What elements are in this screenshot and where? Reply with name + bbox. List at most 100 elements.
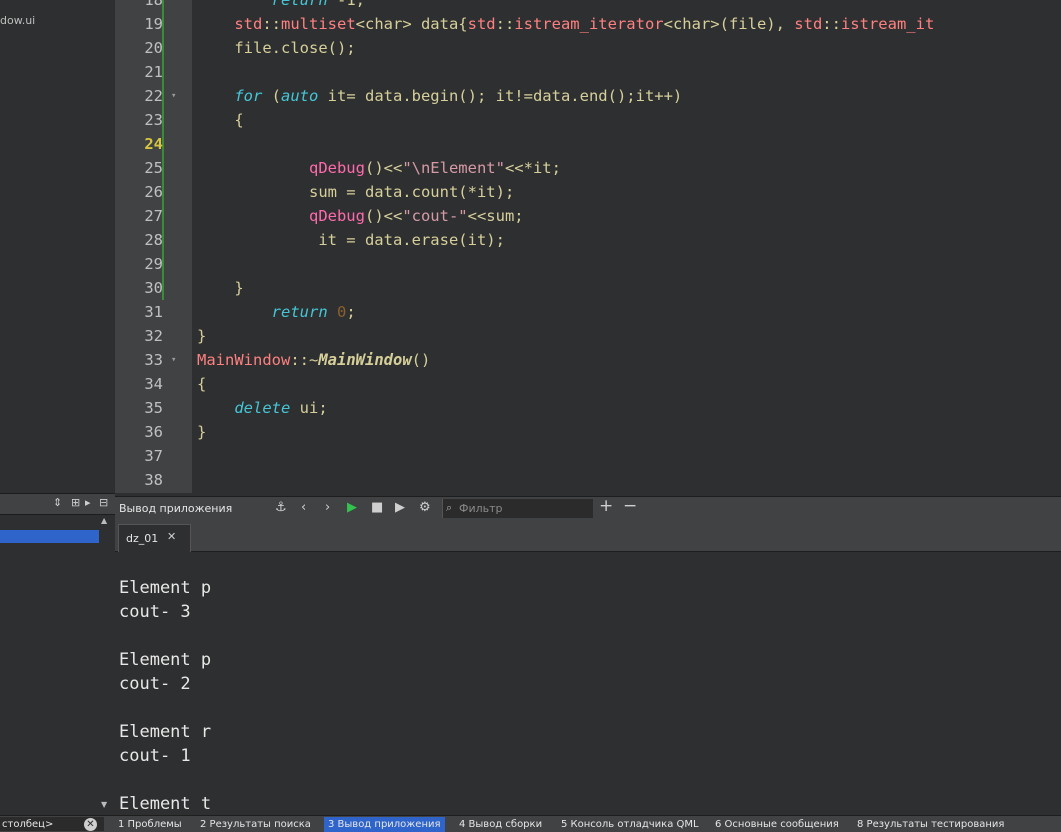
play-icon[interactable]: ▶: [347, 500, 357, 516]
code-text[interactable]: qDebug()<<"cout-"<<sum;: [197, 204, 524, 228]
line-number: 38: [144, 471, 163, 489]
zoom-in-icon[interactable]: +: [599, 498, 613, 515]
locator-text: столбец>: [2, 819, 54, 830]
code-line[interactable]: 19 std::multiset<char> data{std::istream…: [115, 12, 1061, 36]
code-text[interactable]: {: [197, 108, 243, 132]
output-pane-button[interactable]: 3 Вывод приложения: [324, 817, 445, 832]
code-text[interactable]: delete ui;: [197, 396, 327, 420]
previous-icon[interactable]: ‹: [301, 500, 306, 516]
sort-updown-icon[interactable]: ⇕: [53, 496, 62, 510]
line-number: 21: [144, 63, 163, 81]
code-text[interactable]: sum = data.count(*it);: [197, 180, 514, 204]
line-number: 31: [144, 303, 163, 321]
filter-placeholder: Фильтр: [459, 502, 503, 515]
code-line[interactable]: 26 sum = data.count(*it);: [115, 180, 1061, 204]
code-line[interactable]: 30 }: [115, 276, 1061, 300]
next-icon[interactable]: ›: [325, 500, 330, 516]
output-line: cout- 2: [119, 674, 191, 694]
line-number: 36: [144, 423, 163, 441]
code-line[interactable]: 21: [115, 60, 1061, 84]
left-scrollbar[interactable]: ▲ ▼: [101, 516, 111, 812]
output-pane-title[interactable]: Вывод приложения: [119, 502, 232, 515]
code-line[interactable]: 32}: [115, 324, 1061, 348]
search-icon: ⌕: [446, 501, 453, 514]
code-text[interactable]: MainWindow::~MainWindow(): [197, 348, 430, 372]
code-line[interactable]: 22 ▾ for (auto it= data.begin(); it!=data…: [115, 84, 1061, 108]
code-line[interactable]: 29: [115, 252, 1061, 276]
code-line[interactable]: 33 ▾ MainWindow::~MainWindow(): [115, 348, 1061, 372]
output-line: Element t: [119, 794, 212, 814]
split-icon[interactable]: ⊞: [71, 496, 80, 510]
code-text[interactable]: std::multiset<char> data{std::istream_it…: [197, 12, 934, 36]
code-text[interactable]: }: [197, 420, 206, 444]
code-line[interactable]: 28 it = data.erase(it);: [115, 228, 1061, 252]
line-number: 26: [144, 183, 163, 201]
output-pane-button[interactable]: 1 Проблемы: [118, 819, 182, 830]
output-pane-button[interactable]: 4 Вывод сборки: [459, 819, 542, 830]
output-pane-button[interactable]: 5 Консоль отладчика QML: [561, 819, 699, 830]
output-pane-button[interactable]: 2 Результаты поиска: [200, 819, 311, 830]
line-number: 37: [144, 447, 163, 465]
code-text[interactable]: }: [197, 276, 243, 300]
line-number: 35: [144, 399, 163, 417]
debug-run-icon[interactable]: ▶: [395, 500, 405, 516]
scroll-down-icon[interactable]: ▼: [101, 800, 107, 809]
code-line[interactable]: 23 {: [115, 108, 1061, 132]
code-text[interactable]: qDebug()<<"\nElement"<<*it;: [197, 156, 561, 180]
line-number: 32: [144, 327, 163, 345]
code-text[interactable]: return -1;: [197, 0, 365, 12]
code-line[interactable]: 35 delete ui;: [115, 396, 1061, 420]
line-number: 22: [144, 87, 163, 105]
code-text[interactable]: it = data.erase(it);: [197, 228, 505, 252]
line-number: 20: [144, 39, 163, 57]
line-number: 29: [144, 255, 163, 273]
close-pane-icon[interactable]: ⊟: [99, 496, 108, 510]
application-output[interactable]: Element p cout- 3 Element p cout- 2 Element …: [115, 552, 1061, 815]
code-line[interactable]: 31 return 0;: [115, 300, 1061, 324]
code-line[interactable]: 25 qDebug()<<"\nElement"<<*it;: [115, 156, 1061, 180]
attach-icon[interactable]: ⚓: [275, 500, 287, 516]
tab-dz-01[interactable]: dz_01 ✕: [118, 524, 191, 552]
tab-label: dz_01: [126, 532, 159, 545]
output-line: Element r: [119, 722, 212, 742]
code-line[interactable]: 24: [115, 132, 1061, 156]
code-line[interactable]: 18 return -1;: [115, 0, 1061, 12]
code-line[interactable]: 20 file.close();: [115, 36, 1061, 60]
output-line: Element p: [119, 650, 212, 670]
scroll-up-icon[interactable]: ▲: [101, 516, 107, 525]
code-text[interactable]: }: [197, 324, 206, 348]
fold-arrow-icon[interactable]: ▾: [171, 84, 176, 108]
clear-icon[interactable]: ✕: [84, 818, 97, 831]
output-line: cout- 3: [119, 602, 191, 622]
line-number: 24: [144, 135, 163, 153]
code-editor[interactable]: 18 return -1; 19 std::multiset<char> data…: [115, 0, 1061, 493]
stop-icon[interactable]: ■: [371, 500, 383, 516]
code-line[interactable]: 36}: [115, 420, 1061, 444]
tree-item-mainwindow-ui[interactable]: dow.ui: [0, 14, 35, 27]
code-line[interactable]: 27 qDebug()<<"cout-"<<sum;: [115, 204, 1061, 228]
locator-input[interactable]: столбец> ✕: [0, 817, 104, 831]
output-toolbar: Вывод приложения ⚓ ‹ › ▶ ■ ▶ ⚙ ⌕ Фильтр …: [115, 496, 1061, 522]
output-pane-button[interactable]: 6 Основные сообщения: [715, 819, 839, 830]
code-text[interactable]: file.close();: [197, 36, 355, 60]
fold-arrow-icon[interactable]: ▾: [171, 348, 176, 372]
code-text[interactable]: for (auto it= data.begin(); it!=data.end…: [197, 84, 682, 108]
output-line: cout- 1: [119, 746, 191, 766]
code-line[interactable]: 38: [115, 468, 1061, 492]
status-bar: столбец> ✕ 1 Проблемы 2 Результаты поиска…: [0, 815, 1061, 832]
code-text[interactable]: return 0;: [197, 300, 356, 324]
link-icon[interactable]: ▸: [85, 496, 91, 510]
filter-input[interactable]: ⌕ Фильтр: [442, 499, 593, 518]
line-number: 18: [144, 0, 163, 9]
line-number: 28: [144, 231, 163, 249]
code-line[interactable]: 37: [115, 444, 1061, 468]
output-pane-button[interactable]: 8 Результаты тестирования: [857, 819, 1004, 830]
code-text[interactable]: {: [197, 372, 206, 396]
selected-document-row[interactable]: [0, 530, 99, 543]
open-documents-toolbar: ⇕ ⊞ ▸ ⊟: [0, 494, 115, 515]
zoom-out-icon[interactable]: −: [623, 498, 637, 515]
gear-icon[interactable]: ⚙: [419, 500, 431, 516]
code-line[interactable]: 34 {: [115, 372, 1061, 396]
line-number: 34: [144, 375, 163, 393]
close-tab-icon[interactable]: ✕: [167, 530, 176, 543]
